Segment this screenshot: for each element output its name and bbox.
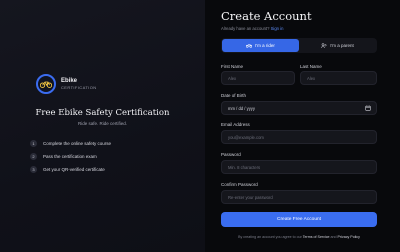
signin-link[interactable]: Sign in xyxy=(271,26,284,31)
password-label: Password xyxy=(221,152,241,157)
signup-form: Create Account Already have an account? … xyxy=(205,0,400,252)
confirm-password-label: Confirm Password xyxy=(221,182,258,187)
bicycle-icon xyxy=(36,74,56,94)
step-text: Complete the online safety course xyxy=(43,140,112,146)
rider-role-button[interactable]: I'm a rider xyxy=(222,39,299,52)
email-label: Email Address xyxy=(221,122,250,127)
signup-page: Ebike CERTIFICATION Free Ebike Safety Ce… xyxy=(0,0,400,252)
parent-role-label: I'm a parent xyxy=(330,43,354,48)
email-field[interactable]: you@example.com xyxy=(221,130,377,144)
step-item: 3 Get your QR-verified certificate xyxy=(30,165,111,173)
terms-prefix: By creating an account you agree to our xyxy=(238,235,302,239)
last-name-field[interactable]: Alex xyxy=(300,71,377,85)
rider-icon xyxy=(246,43,253,48)
signin-prompt: Already have an account? Sign in xyxy=(221,26,283,31)
first-name-label: First Name xyxy=(221,64,244,69)
steps-list: 1 Complete the online safety course 2 Pa… xyxy=(30,139,111,178)
step-text: Pass the certification exam xyxy=(43,153,97,159)
hero-panel: Ebike CERTIFICATION Free Ebike Safety Ce… xyxy=(0,0,205,252)
privacy-link[interactable]: Privacy Policy xyxy=(338,235,360,239)
first-name-field[interactable]: Alex xyxy=(221,71,295,85)
terms-and: and xyxy=(330,235,337,239)
dob-label: Date of Birth xyxy=(221,93,247,98)
step-item: 2 Pass the certification exam xyxy=(30,152,111,160)
hero-headline: Free Ebike Safety Certification xyxy=(35,108,170,118)
calendar-icon[interactable] xyxy=(365,105,371,112)
create-account-button[interactable]: Create Free Account xyxy=(221,212,377,227)
rider-role-label: I'm a rider xyxy=(255,43,275,48)
last-name-label: Last Name xyxy=(300,64,322,69)
page-title: Create Account xyxy=(221,9,312,23)
hero-tagline: Ride safe. Ride certified. xyxy=(77,121,128,126)
brand-name: Ebike xyxy=(61,78,78,84)
step-number: 1 xyxy=(30,139,37,147)
password-field[interactable]: Min. 8 characters xyxy=(221,160,377,174)
step-item: 1 Complete the online safety course xyxy=(30,139,111,147)
brand: Ebike CERTIFICATION xyxy=(36,74,97,94)
step-text: Get your QR-verified certificate xyxy=(43,166,105,172)
brand-subtitle: CERTIFICATION xyxy=(61,85,97,90)
step-number: 2 xyxy=(30,152,37,160)
terms-link[interactable]: Terms of Service xyxy=(303,235,330,239)
role-toggle: I'm a rider I'm a parent xyxy=(221,38,377,53)
confirm-password-field[interactable]: Re-enter your password xyxy=(221,190,377,204)
signin-prompt-text: Already have an account? xyxy=(221,26,270,31)
terms-notice: By creating an account you agree to our … xyxy=(221,235,377,239)
parent-role-button[interactable]: I'm a parent xyxy=(299,39,376,52)
parent-icon xyxy=(321,43,327,48)
dob-field[interactable]: mm / dd / yyyy xyxy=(221,101,377,115)
step-number: 3 xyxy=(30,165,37,173)
dob-value: mm / dd / yyyy xyxy=(228,105,255,111)
